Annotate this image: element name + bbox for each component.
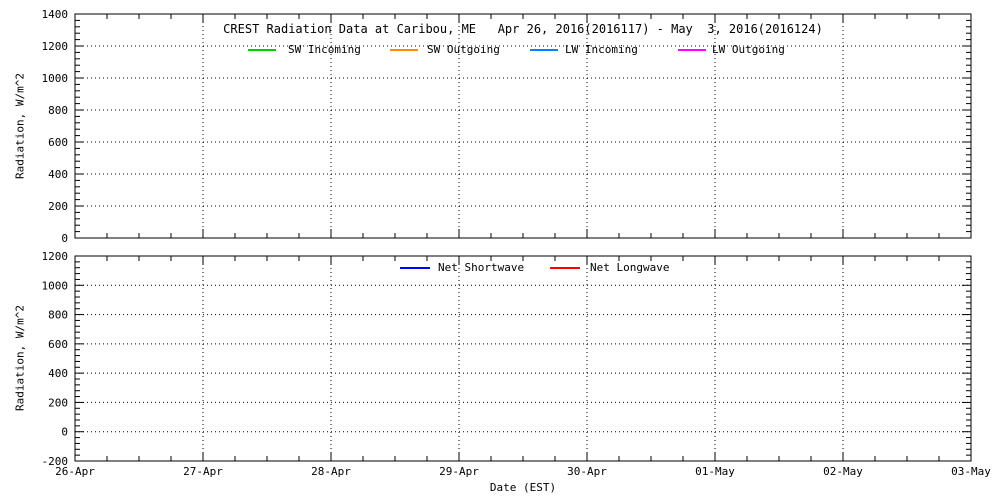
chart-title: CREST Radiation Data at Caribou, ME Apr …: [75, 22, 971, 36]
net-longwave-legend-swatch: [550, 267, 580, 269]
top-plot-gridlines: [75, 14, 971, 238]
sw-outgoing-legend-label: SW Outgoing: [427, 43, 500, 57]
top-plot-y-tick-labels: 0 200 400 600 800 1000 1200 1400: [42, 8, 69, 245]
top-plot-y-tick-label: 0: [61, 232, 68, 245]
net-shortwave-legend-swatch: [400, 267, 430, 269]
x-tick-label: 28-Apr: [311, 465, 351, 478]
x-tick-label: 01-May: [695, 465, 735, 478]
top-plot-y-tick-label: 600: [48, 136, 68, 149]
x-tick-label: 26-Apr: [55, 465, 95, 478]
bottom-plot-y-axis-label: Radiation, W/m^2: [14, 305, 27, 411]
bottom-plot-y-tick-label: 200: [48, 396, 68, 409]
lw-outgoing-legend-swatch: [678, 49, 706, 51]
x-tick-label: 30-Apr: [567, 465, 607, 478]
top-plot-y-tick-label: 1200: [42, 40, 69, 53]
top-plot-frame: [75, 14, 971, 238]
x-tick-label: 27-Apr: [183, 465, 223, 478]
top-plot-y-tick-label: 800: [48, 104, 68, 117]
plot-axes-svg: 0200400600800100012001400-20002004006008…: [0, 0, 1000, 500]
sw-incoming-legend-label: SW Incoming: [288, 43, 361, 57]
bottom-plot-ticks: [75, 256, 971, 461]
bottom-plot-y-tick-label: 400: [48, 367, 68, 380]
top-plot-y-tick-label: 1000: [42, 72, 69, 85]
top-plot: 0 200 400 600 800 1000 1200 1400: [42, 8, 972, 245]
net-longwave-legend-label: Net Longwave: [590, 261, 669, 275]
bottom-plot-y-tick-label: 1200: [42, 250, 69, 263]
bottom-plot-frame: [75, 256, 971, 461]
top-plot-y-tick-label: 400: [48, 168, 68, 181]
x-axis-label: Date (EST): [75, 481, 971, 494]
x-tick-label: 29-Apr: [439, 465, 479, 478]
x-tick-label: 03-May: [951, 465, 991, 478]
top-plot-y-axis-label: Radiation, W/m^2: [14, 73, 27, 179]
x-tick-labels: 26-Apr 27-Apr 28-Apr 29-Apr 30-Apr 01-May 02-M…: [55, 465, 991, 478]
net-shortwave-legend-label: Net Shortwave: [438, 261, 524, 275]
top-plot-ticks: [75, 14, 971, 238]
x-tick-label: 02-May: [823, 465, 863, 478]
sw-outgoing-legend-swatch: [390, 49, 418, 51]
sw-incoming-legend-swatch: [248, 49, 276, 51]
bottom-plot-gridlines: [75, 256, 971, 461]
bottom-plot-y-tick-label: 0: [61, 426, 68, 439]
bottom-plot: -20002004006008001000120026-Apr27-Apr28-…: [42, 250, 992, 478]
lw-outgoing-legend-label: LW Outgoing: [712, 43, 785, 57]
lw-incoming-legend-swatch: [530, 49, 558, 51]
top-plot-y-tick-label: 1400: [42, 8, 69, 21]
bottom-plot-y-tick-labels: -200020040060080010001200: [42, 250, 69, 468]
top-plot-y-tick-label: 200: [48, 200, 68, 213]
lw-incoming-legend-label: LW Incoming: [565, 43, 638, 57]
bottom-plot-y-tick-label: 1000: [42, 279, 69, 292]
radiation-chart-page: 0200400600800100012001400-20002004006008…: [0, 0, 1000, 500]
bottom-plot-y-tick-label: 600: [48, 338, 68, 351]
bottom-plot-y-tick-label: 800: [48, 309, 68, 322]
